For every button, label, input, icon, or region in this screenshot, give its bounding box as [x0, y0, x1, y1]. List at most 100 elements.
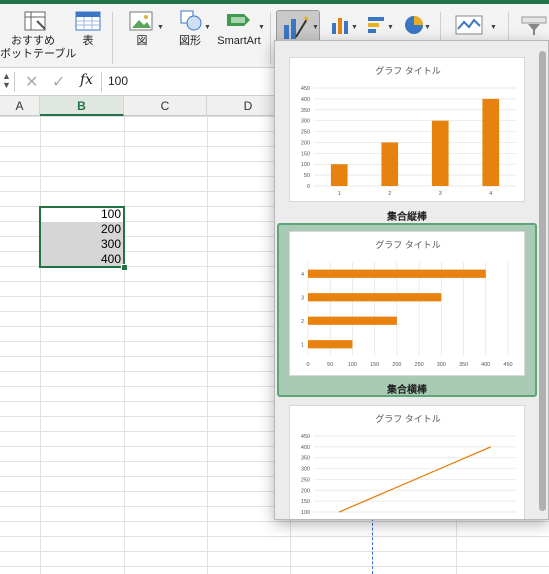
recommended-chart-icon	[284, 15, 310, 39]
name-box-stepper[interactable]: ▲ ▼	[2, 72, 11, 90]
chart-thumbnail: グラフ タイトル 450 400 350 300 250 200 150 100 50 0 1 2 3 4	[289, 57, 525, 202]
tick-label: 4	[489, 191, 492, 197]
smartart-button[interactable]: SmartArt	[214, 8, 264, 48]
column-chart-icon	[332, 18, 348, 34]
tick-label: 350	[301, 456, 310, 462]
column-header-a[interactable]: A	[0, 96, 40, 116]
chart-option-clustered-column[interactable]: グラフ タイトル 450 400 350 300 250 200 150 100 50 0 1 2 3 4 …	[277, 49, 537, 224]
page-break-line	[372, 518, 374, 574]
column-header-b[interactable]: B	[40, 96, 124, 116]
filter-button[interactable]	[518, 14, 548, 39]
formula-input[interactable]: 100	[108, 74, 128, 88]
grid-line	[124, 116, 125, 574]
tick-label: 100	[301, 162, 310, 168]
tick-label: 200	[301, 140, 310, 146]
table-label: 表	[82, 35, 94, 47]
chevron-down-icon: ▼	[312, 24, 319, 31]
tick-label: 200	[392, 362, 401, 368]
chart-thumbnail: グラフ タイトル 450 400 350 300 250 200 150 100	[289, 405, 525, 519]
chart-bar	[308, 293, 442, 302]
tick-label: 100	[301, 510, 310, 516]
chart-bar	[381, 142, 399, 186]
recommended-pivot-label-1: おすすめ	[11, 35, 55, 47]
smartart-icon	[227, 14, 250, 26]
tick-label: 150	[301, 151, 310, 157]
picture-icon	[129, 11, 153, 31]
picture-button[interactable]: 図	[124, 8, 160, 48]
tick-label: 250	[301, 130, 310, 136]
tick-label: 350	[459, 362, 468, 368]
tick-label: 450	[301, 434, 310, 440]
grid-line	[40, 116, 41, 574]
tick-label: 250	[301, 477, 310, 483]
tick-label: 150	[370, 362, 379, 368]
tick-label: 400	[481, 362, 490, 368]
grid-line	[0, 536, 549, 537]
cancel-icon[interactable]: ✕	[25, 72, 38, 92]
column-label: C	[160, 99, 170, 113]
chart-option-line[interactable]: グラフ タイトル 450 400 350 300 250 200 150 100	[277, 401, 537, 519]
table-button[interactable]: 表	[70, 8, 106, 48]
divider	[101, 72, 102, 92]
tick-label: 350	[301, 108, 310, 114]
tick-label: 50	[327, 362, 333, 368]
chevron-down-icon[interactable]: ▼	[351, 24, 358, 31]
scrollbar-thumb[interactable]	[539, 51, 546, 511]
filter-icon	[521, 16, 547, 35]
function-icon[interactable]: fx	[80, 72, 93, 88]
line-chart-button[interactable]	[452, 14, 486, 39]
smartart-label: SmartArt	[217, 35, 261, 47]
shapes-label: 図形	[179, 35, 201, 47]
fill-handle[interactable]	[121, 264, 128, 271]
tick-label: 1	[301, 342, 304, 348]
tick-label: 2	[301, 319, 304, 325]
grid-line	[0, 566, 549, 567]
tick-label: 2	[388, 191, 391, 197]
confirm-icon[interactable]: ✓	[52, 72, 65, 92]
column-header-c[interactable]: C	[124, 96, 207, 116]
chevron-down-icon[interactable]: ▼	[387, 24, 394, 31]
recommended-charts-panel: グラフ タイトル 450 400 350 300 250 200 150 100 50 0 1 2 3 4 …	[274, 40, 549, 520]
tick-label: 4	[301, 272, 304, 278]
chart-title: グラフ タイトル	[375, 413, 441, 424]
chart-bar	[482, 98, 500, 186]
chart-bar	[330, 164, 348, 186]
column-label: A	[15, 99, 24, 113]
tick-label: 300	[437, 362, 446, 368]
recommended-pivot-button[interactable]: おすすめ ボットテーブル	[0, 8, 76, 61]
chevron-down-icon[interactable]: ▼	[490, 24, 497, 31]
chart-bar	[308, 340, 353, 349]
tick-label: 100	[348, 362, 357, 368]
chart-title: グラフ タイトル	[375, 239, 441, 250]
tick-label: 300	[301, 119, 310, 125]
shapes-icon	[180, 10, 202, 31]
chevron-down-icon[interactable]: ▼	[424, 24, 431, 31]
column-label: D	[243, 99, 253, 113]
selection-border	[39, 206, 125, 268]
chevron-down-icon[interactable]: ▼	[204, 24, 211, 31]
tick-label: 3	[301, 295, 304, 301]
chevron-down-icon[interactable]: ▼	[157, 24, 164, 31]
tick-label: 200	[301, 488, 310, 494]
tick-label: 50	[304, 173, 310, 179]
tick-label: 3	[439, 191, 442, 197]
picture-label: 図	[136, 35, 148, 47]
chart-option-clustered-bar[interactable]: グラフ タイトル 0 50 100 150 200 250 300 350 400 450 4 3 2 1 …	[277, 223, 537, 397]
tick-label: 150	[301, 499, 310, 505]
tick-label: 450	[301, 86, 310, 92]
chart-title: グラフ タイトル	[375, 65, 441, 76]
tick-label: 250	[415, 362, 424, 368]
chevron-down-icon[interactable]: ▼	[258, 24, 265, 31]
chart-bar	[431, 120, 449, 186]
grid-line	[207, 116, 208, 574]
scrollbar[interactable]	[539, 51, 546, 511]
tick-label: 1	[338, 191, 341, 197]
chart-bar	[308, 269, 486, 278]
tick-label: 400	[301, 97, 310, 103]
column-label: B	[77, 99, 86, 113]
chart-option-label: 集合縦棒	[387, 212, 427, 223]
grid-line	[0, 521, 549, 522]
bar-chart-icon	[368, 17, 384, 33]
tick-label: 0	[307, 184, 310, 190]
ribbon-separator	[270, 12, 271, 64]
